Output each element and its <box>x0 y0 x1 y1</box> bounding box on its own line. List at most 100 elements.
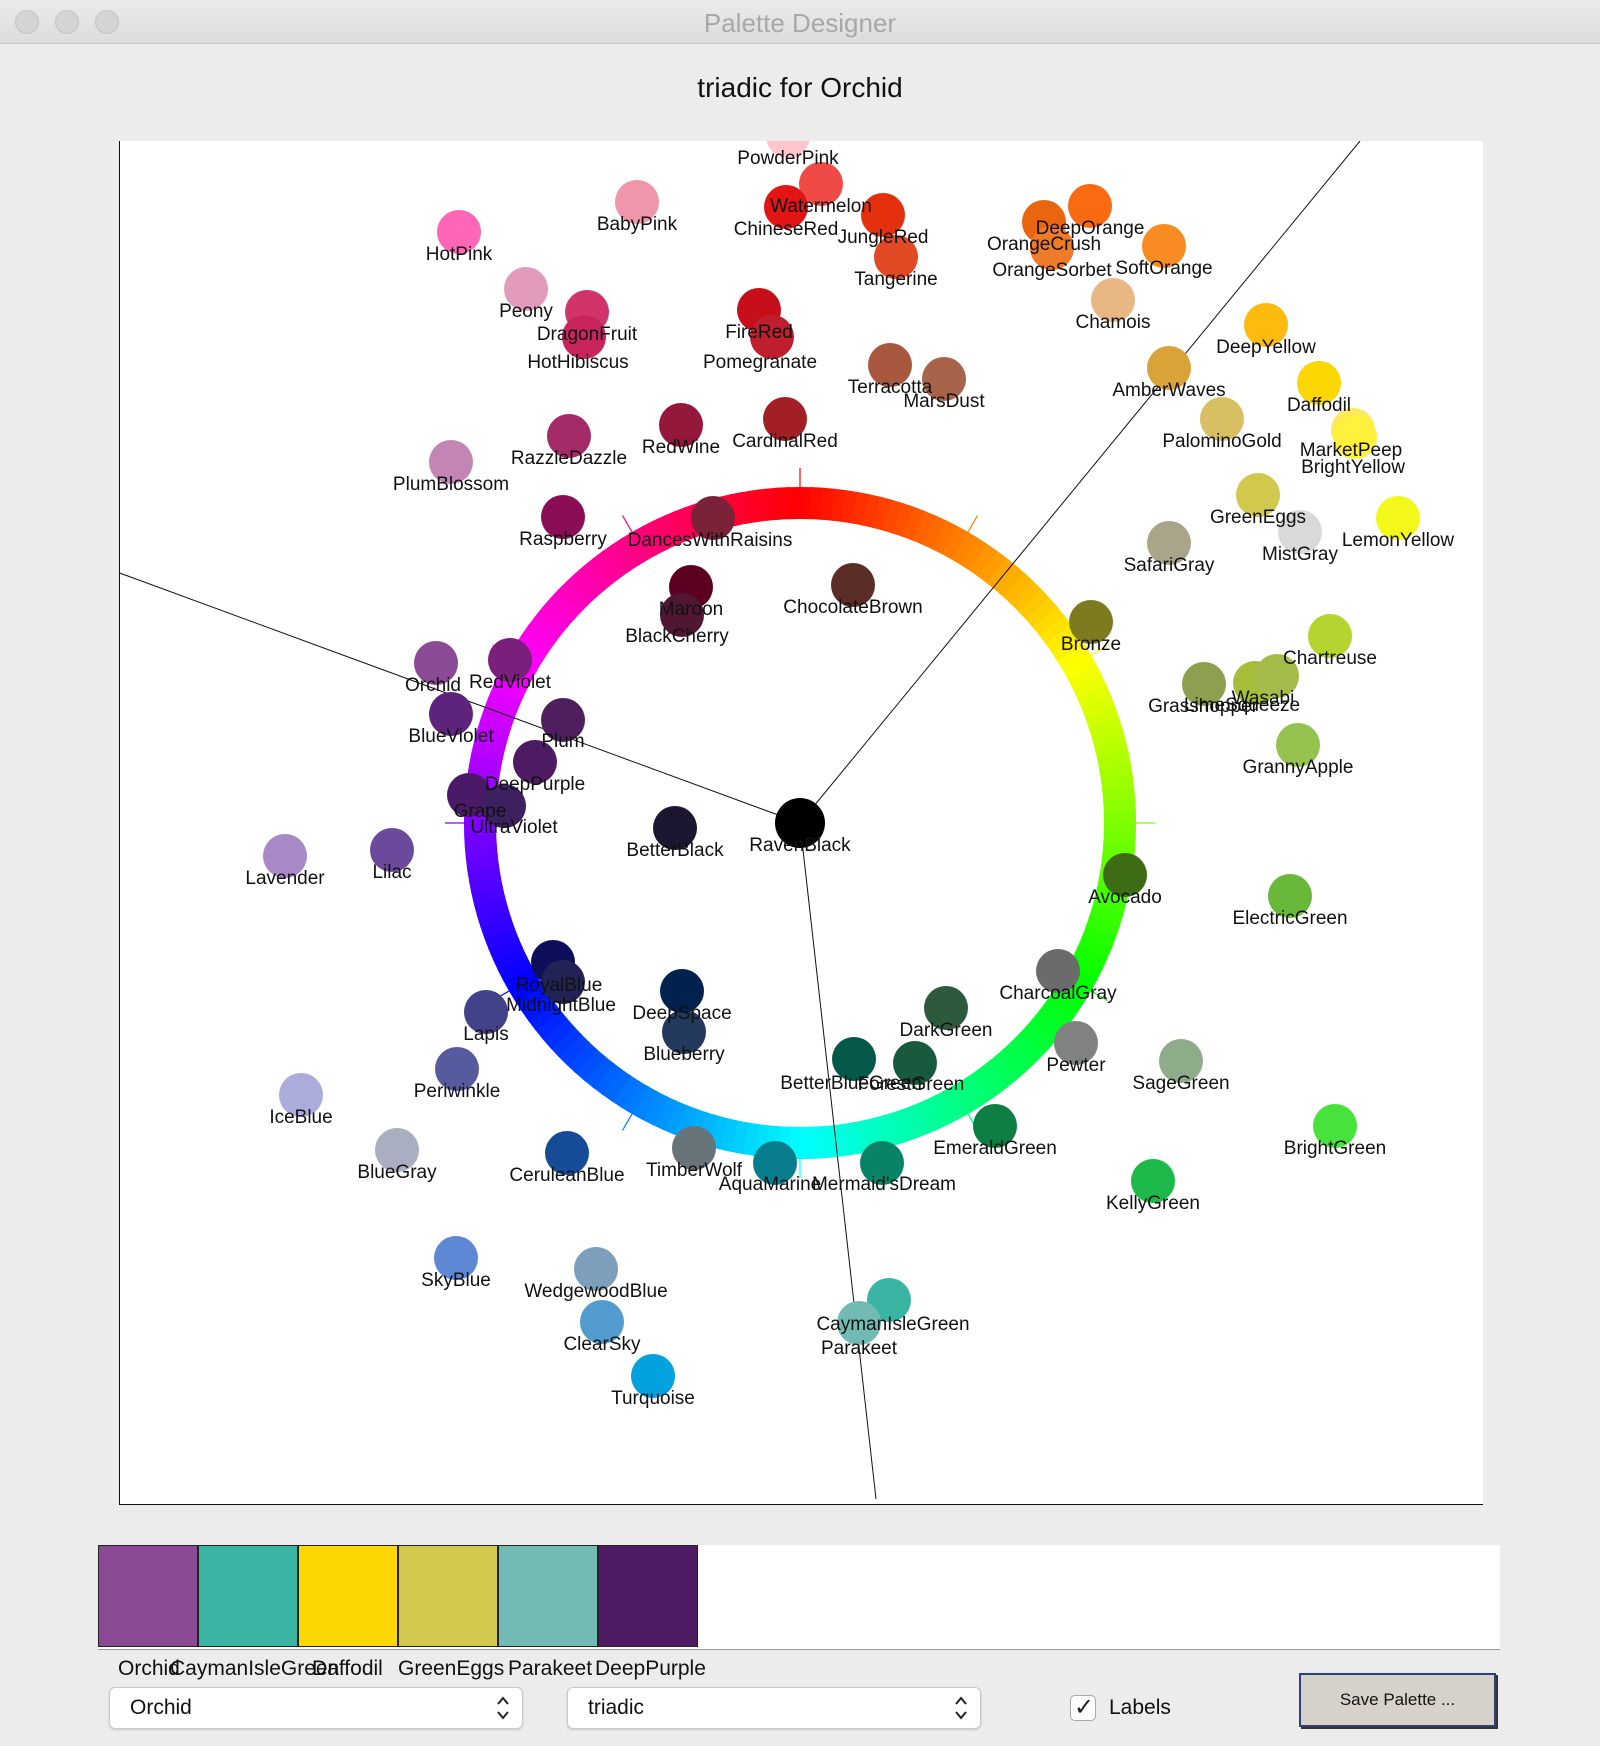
color-label: GrannyApple <box>1243 757 1354 778</box>
color-label: TimberWolf <box>646 1160 743 1181</box>
color-wheel-plot[interactable]: PowderPink WatermelonChineseRed JungleRed T… <box>119 141 1483 1505</box>
palette-swatches <box>98 1545 1500 1650</box>
color-label: CeruleanBlue <box>509 1165 624 1186</box>
palette-swatch[interactable] <box>598 1545 698 1647</box>
color-label: Lilac <box>372 862 411 883</box>
color-label: Mermaid'sDream <box>812 1174 956 1195</box>
color-label: Parakeet <box>821 1338 898 1359</box>
palette-swatch[interactable] <box>298 1545 398 1647</box>
color-label: MidnightBlue <box>506 995 616 1016</box>
color-label: Wasabi <box>1232 688 1295 709</box>
color-label: DancesWithRaisins <box>628 530 793 551</box>
color-label: SkyBlue <box>421 1270 491 1291</box>
color-label: CaymanIsleGreen <box>816 1314 969 1335</box>
color-label: DeepPurple <box>485 774 585 795</box>
color-label: MarsDust <box>903 391 985 412</box>
color-label: DeepSpace <box>632 1003 731 1024</box>
labels-checkbox[interactable]: ✓ <box>1070 1694 1096 1721</box>
palette-swatch-label: DeepPurple <box>595 1657 706 1680</box>
color-label: OrangeCrush <box>987 234 1101 255</box>
color-label: BlueViolet <box>408 726 494 747</box>
color-label: PalominoGold <box>1162 431 1281 452</box>
color-label: BrightGreen <box>1284 1138 1386 1159</box>
color-label: Pewter <box>1046 1055 1106 1076</box>
color-label: UltraViolet <box>470 817 558 838</box>
color-label: KellyGreen <box>1106 1193 1200 1214</box>
color-label: PowderPink <box>737 148 839 169</box>
color-label: DragonFruit <box>537 324 638 345</box>
color-label: Turquoise <box>611 1388 695 1409</box>
color-label: Pomegranate <box>703 352 817 373</box>
palette-swatch-label: Parakeet <box>508 1657 593 1680</box>
color-label: AmberWaves <box>1112 380 1225 401</box>
title-bar: Palette Designer <box>0 0 1600 44</box>
color-label: Plum <box>541 731 584 752</box>
color-label: ElectricGreen <box>1232 908 1347 929</box>
base-color-select[interactable]: Orchid <box>109 1687 523 1729</box>
color-label: Raspberry <box>519 529 607 550</box>
palette-swatch[interactable] <box>98 1545 198 1647</box>
palette-swatch-label: GreenEggs <box>398 1657 505 1680</box>
color-label: SoftOrange <box>1115 258 1212 279</box>
color-label: ChineseRed <box>734 219 839 240</box>
color-label: Maroon <box>659 599 723 620</box>
color-label: WedgewoodBlue <box>524 1281 667 1302</box>
color-label: Peony <box>499 301 553 322</box>
color-label: HotPink <box>426 244 493 265</box>
color-label: IceBlue <box>269 1107 332 1128</box>
color-label: Bronze <box>1061 634 1121 655</box>
color-label: Watermelon <box>770 196 872 217</box>
scheme-value: triadic <box>588 1696 645 1719</box>
color-label: RedViolet <box>469 672 552 693</box>
color-label: Tangerine <box>854 269 937 290</box>
palette-swatch[interactable] <box>498 1545 598 1647</box>
color-label: ClearSky <box>563 1334 641 1355</box>
color-label: CardinalRed <box>732 431 838 452</box>
color-label: MistGray <box>1262 544 1339 565</box>
color-label: CharcoalGray <box>999 983 1117 1004</box>
color-label: JungleRed <box>838 227 929 248</box>
color-label: FireRed <box>725 322 793 343</box>
color-label: RedWine <box>642 437 720 458</box>
labels-checkbox-label: Labels <box>1109 1696 1171 1719</box>
color-label: HotHibiscus <box>527 352 628 373</box>
palette-swatch[interactable] <box>398 1545 498 1647</box>
updown-chevron-icon <box>497 1696 509 1720</box>
color-label: LemonYellow <box>1342 530 1455 551</box>
checkmark-icon: ✓ <box>1074 1694 1095 1721</box>
updown-chevron-icon <box>955 1696 967 1720</box>
color-label: ForestGreen <box>858 1074 965 1095</box>
chart-title: triadic for Orchid <box>697 72 903 103</box>
color-label: Chamois <box>1076 312 1151 333</box>
save-palette-button[interactable]: Save Palette ... <box>1299 1673 1496 1727</box>
color-label: ChocolateBrown <box>783 597 922 618</box>
color-label: BrightYellow <box>1301 457 1405 478</box>
color-label: BlackCherry <box>625 626 729 647</box>
color-label: Blueberry <box>643 1044 725 1065</box>
color-label: Avocado <box>1088 887 1162 908</box>
palette-swatch[interactable] <box>198 1545 298 1647</box>
color-label: SafariGray <box>1124 555 1215 576</box>
color-label: RavenBlack <box>749 835 851 856</box>
color-label: BabyPink <box>597 214 678 235</box>
color-label: PlumBlossom <box>393 474 509 495</box>
color-label: Chartreuse <box>1283 648 1377 669</box>
color-label: OrangeSorbet <box>992 260 1112 281</box>
scheme-select[interactable]: triadic <box>567 1687 981 1729</box>
palette-swatch-label: Daffodil <box>312 1657 383 1680</box>
base-color-value: Orchid <box>130 1696 192 1719</box>
color-label: RoyalBlue <box>516 975 603 996</box>
color-label: Periwinkle <box>414 1081 501 1102</box>
color-label: Lapis <box>463 1024 508 1045</box>
color-label: DeepYellow <box>1216 337 1316 358</box>
color-label: Lavender <box>245 868 325 889</box>
color-label: RazzleDazzle <box>511 448 627 469</box>
color-label: BetterBlack <box>626 840 724 861</box>
window-title: Palette Designer <box>703 8 897 38</box>
color-label: Orchid <box>405 675 461 696</box>
color-label: GreenEggs <box>1210 507 1306 528</box>
color-label: Daffodil <box>1287 395 1351 416</box>
color-label: SageGreen <box>1132 1073 1229 1094</box>
color-label: DarkGreen <box>900 1020 993 1041</box>
color-label: EmeraldGreen <box>933 1138 1057 1159</box>
